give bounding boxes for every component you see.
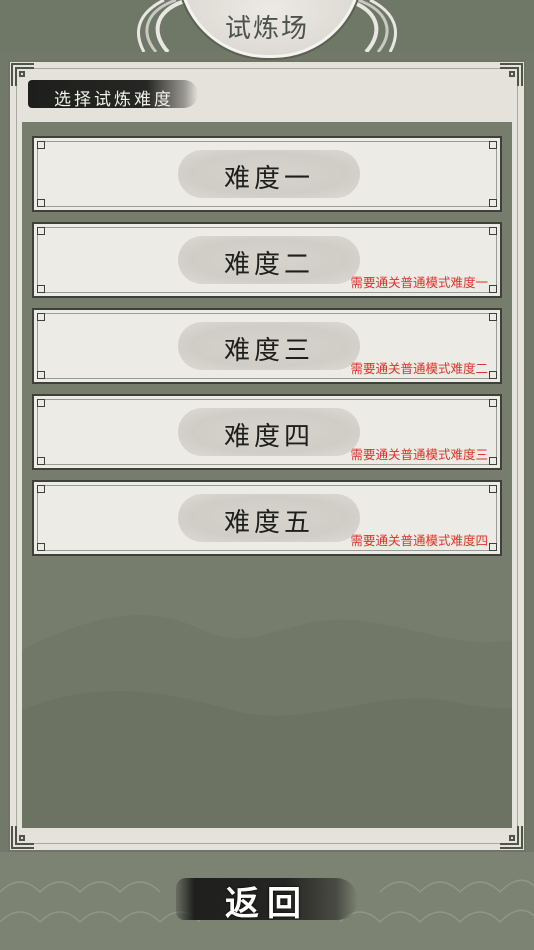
difficulty-row-4[interactable]: 难度四 需要通关普通模式难度三 [32,394,502,470]
unlock-requirement-text: 需要通关普通模式难度二 [350,361,488,376]
frame-knob [37,199,45,207]
difficulty-label: 难度二 [223,250,314,280]
difficulty-label: 难度四 [223,422,314,452]
frame-knob [489,543,497,551]
frame-knob [37,371,45,379]
difficulty-row-3[interactable]: 难度三 需要通关普通模式难度二 [32,308,502,384]
frame-knob [489,371,497,379]
difficulty-label: 难度三 [223,336,314,366]
unlock-requirement-text: 需要通关普通模式难度三 [350,447,488,462]
corner-ornament-top-right [498,62,524,88]
unlock-requirement-text: 需要通关普通模式难度一 [350,275,488,290]
unlock-requirement-text: 需要通关普通模式难度四 [350,533,488,548]
frame-knob [489,399,497,407]
frame-knob [37,227,45,235]
frame-knob [489,141,497,149]
difficulty-row-5[interactable]: 难度五 需要通关普通模式难度四 [32,480,502,556]
difficulty-label: 难度一 [223,164,314,194]
back-button-label: 返回 [225,884,309,924]
frame-knob [489,199,497,207]
difficulty-row-2[interactable]: 难度二 需要通关普通模式难度一 [32,222,502,298]
frame-knob [37,399,45,407]
frame-knob [37,313,45,321]
frame-knob [489,227,497,235]
difficulty-label: 难度五 [223,508,314,538]
frame-knob [489,313,497,321]
page-title: 试炼场 [224,14,309,44]
frame-knob [37,485,45,493]
difficulty-row-1[interactable]: 难度一 [32,136,502,212]
frame-knob [37,543,45,551]
subtitle-banner: 选择试炼难度 [28,76,198,112]
frame-knob [489,457,497,465]
subtitle-text: 选择试炼难度 [54,90,174,110]
frame-knob [37,285,45,293]
back-button[interactable]: 返回 [176,872,358,926]
frame-knob [489,485,497,493]
frame-knob [489,285,497,293]
frame-knob [37,457,45,465]
mountain-silhouette [22,615,512,828]
frame-knob [37,141,45,149]
